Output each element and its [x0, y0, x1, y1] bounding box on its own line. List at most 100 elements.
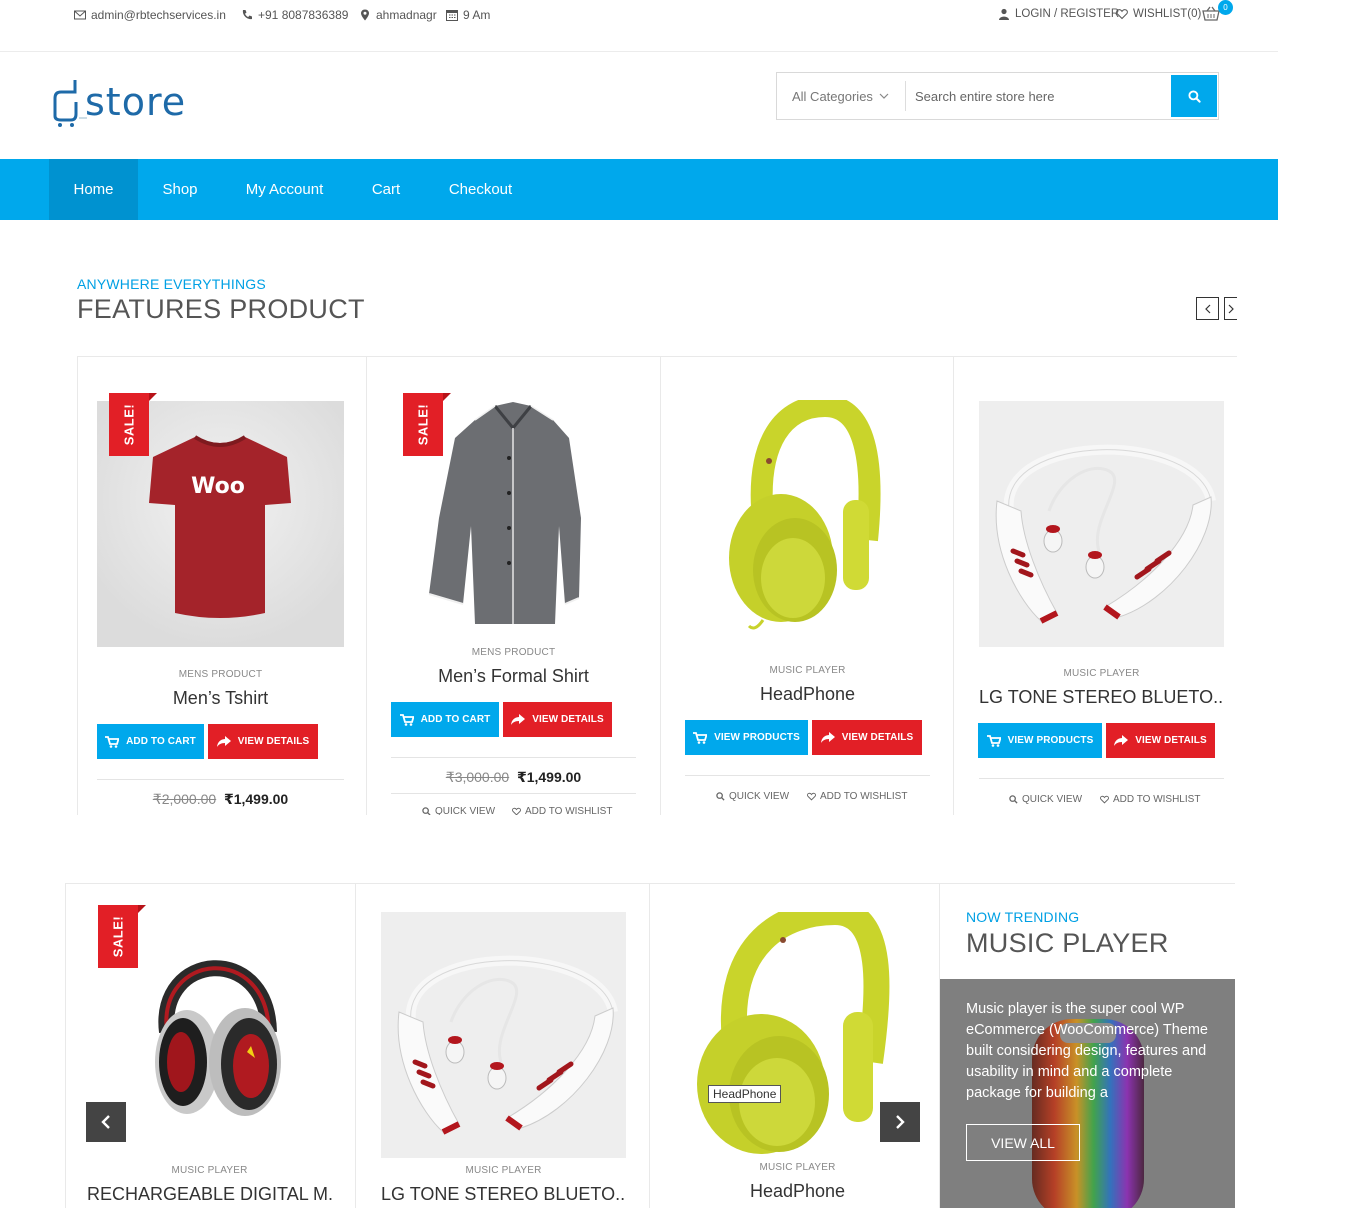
view-details-button[interactable]: VIEW DETAILS [812, 720, 922, 755]
quick-view-label: QUICK VIEW [1022, 794, 1083, 805]
view-all-button[interactable]: VIEW ALL [966, 1124, 1080, 1161]
trending-left-border [65, 883, 66, 1208]
featured-left-border [77, 356, 78, 815]
view-products-button[interactable]: VIEW PRODUCTS [978, 723, 1102, 758]
sale-price: ₹1,499.00 [516, 769, 582, 785]
quick-view-link[interactable]: QUICK VIEW [422, 806, 495, 815]
product-title[interactable]: Men’s Formal Shirt [391, 666, 636, 687]
sale-price: ₹1,499.00 [223, 791, 289, 807]
view-products-button[interactable]: VIEW PRODUCTS [685, 720, 808, 755]
trending-divider [355, 883, 356, 1208]
trending-prev-button[interactable] [86, 1102, 126, 1142]
logo-text: store [85, 80, 187, 124]
nav-item-checkout[interactable]: Checkout [425, 159, 536, 220]
wishlist-link[interactable]: WISHLIST(0) [1116, 8, 1201, 20]
featured-top-border [77, 356, 1237, 357]
add-to-wishlist-link[interactable]: ADD TO WISHLIST [807, 791, 907, 802]
nav-item-shop[interactable]: Shop [138, 159, 222, 220]
nav-item-my-account[interactable]: My Account [222, 159, 347, 220]
trending-subtitle: NOW TRENDING [966, 909, 1080, 925]
product-category[interactable]: MENS PRODUCT [391, 647, 636, 658]
product-category[interactable]: MUSIC PLAYER [381, 1165, 626, 1176]
quick-view-label: QUICK VIEW [729, 791, 790, 802]
product-divider [685, 775, 930, 776]
trending-description: Music player is the super cool WP eComme… [966, 1001, 1208, 1101]
view-details-button[interactable]: VIEW DETAILS [208, 724, 318, 759]
product-image-lg-tone[interactable] [979, 401, 1224, 647]
cart-count-badge: 0 [1218, 0, 1233, 15]
featured-next-button[interactable] [1224, 297, 1237, 320]
featured-subtitle: ANYWHERE EVERYTHINGS [77, 276, 266, 292]
search-bar: All Categories [776, 72, 1219, 120]
hours-contact: 9 Am [446, 8, 490, 22]
main-navigation: Home Shop My Account Cart Checkout [0, 159, 1278, 220]
add-to-cart-label: ADD TO CART [420, 714, 491, 725]
product-image-lg-tone[interactable] [381, 912, 626, 1158]
product-title[interactable]: LG TONE STEREO BLUETO... [381, 1184, 626, 1205]
svg-text:Woo: Woo [191, 474, 245, 499]
product-category[interactable]: MUSIC PLAYER [685, 665, 930, 676]
add-to-wishlist-link[interactable]: ADD TO WISHLIST [1100, 794, 1200, 805]
old-price: ₹3,000.00 [445, 769, 510, 785]
add-to-wishlist-link[interactable]: ADD TO WISHLIST [512, 806, 612, 815]
add-to-cart-button[interactable]: ADD TO CART [97, 724, 204, 759]
category-select[interactable]: All Categories [777, 73, 905, 119]
store-logo[interactable]: store [49, 76, 189, 128]
cart-icon [693, 731, 708, 744]
sale-badge-text: SALE! [415, 403, 431, 446]
nav-item-home[interactable]: Home [49, 159, 138, 220]
trending-banner: Music player is the super cool WP eComme… [940, 979, 1235, 1208]
quick-view-link[interactable]: QUICK VIEW [716, 791, 789, 802]
quick-view-link[interactable]: QUICK VIEW [1009, 794, 1082, 805]
product-category[interactable]: MUSIC PLAYER [675, 1162, 920, 1173]
email-text: admin@rbtechservices.in [91, 8, 226, 22]
sale-badge: SALE! [403, 393, 451, 456]
phone-text: +91 8087836389 [258, 8, 349, 22]
add-to-cart-button[interactable]: ADD TO CART [391, 702, 499, 737]
login-label: LOGIN / REGISTER [1015, 8, 1120, 20]
featured-divider [366, 356, 367, 815]
top-bar: admin@rbtechservices.in +91 8087836389 a… [0, 0, 1278, 52]
quick-view-label: QUICK VIEW [435, 806, 496, 815]
add-to-wishlist-label: ADD TO WISHLIST [1113, 794, 1201, 805]
product-category[interactable]: MUSIC PLAYER [979, 668, 1224, 679]
heart-icon [512, 807, 521, 815]
search-input[interactable] [907, 73, 1169, 119]
product-category[interactable]: MENS PRODUCT [97, 669, 344, 680]
phone-contact[interactable]: +91 8087836389 [241, 8, 348, 22]
search-button[interactable] [1171, 75, 1217, 117]
search-icon [1187, 89, 1201, 103]
product-category[interactable]: MUSIC PLAYER [87, 1165, 332, 1176]
email-contact[interactable]: admin@rbtechservices.in [74, 8, 226, 22]
product-price: ₹2,000.00 ₹1,499.00 [97, 791, 344, 808]
product-title[interactable]: HeadPhone [675, 1181, 920, 1202]
chevron-left-icon [1204, 304, 1210, 313]
view-details-button[interactable]: VIEW DETAILS [1106, 723, 1215, 758]
add-to-wishlist-label: ADD TO WISHLIST [525, 806, 613, 815]
chevron-right-icon [896, 1115, 905, 1129]
user-icon [999, 8, 1009, 20]
trending-top-border [65, 883, 1235, 884]
sale-badge-text: SALE! [121, 403, 137, 446]
nav-item-cart[interactable]: Cart [347, 159, 425, 220]
product-divider [391, 757, 636, 758]
featured-prev-button[interactable] [1196, 297, 1219, 320]
search-divider [905, 81, 906, 111]
product-price: ₹3,000.00 ₹1,499.00 [391, 769, 636, 786]
view-details-button[interactable]: VIEW DETAILS [503, 702, 612, 737]
old-price: ₹2,000.00 [152, 791, 217, 807]
product-title[interactable]: RECHARGEABLE DIGITAL M... [87, 1184, 332, 1205]
product-title[interactable]: Men’s Tshirt [97, 688, 344, 709]
neckband-earphone-image [979, 401, 1224, 647]
product-image-headphone[interactable] [685, 400, 930, 634]
trending-next-button[interactable] [880, 1102, 920, 1142]
featured-title: FEATURES PRODUCT [77, 294, 365, 324]
add-to-cart-label: ADD TO CART [126, 736, 196, 747]
product-divider [979, 778, 1224, 779]
product-title[interactable]: HeadPhone [685, 684, 930, 705]
heart-icon [807, 792, 816, 801]
product-title[interactable]: LG TONE STEREO BLUETO... [979, 687, 1224, 708]
login-register-link[interactable]: LOGIN / REGISTER [998, 8, 1119, 20]
cart-icon [986, 734, 1001, 747]
trending-title: MUSIC PLAYER [966, 928, 1169, 958]
